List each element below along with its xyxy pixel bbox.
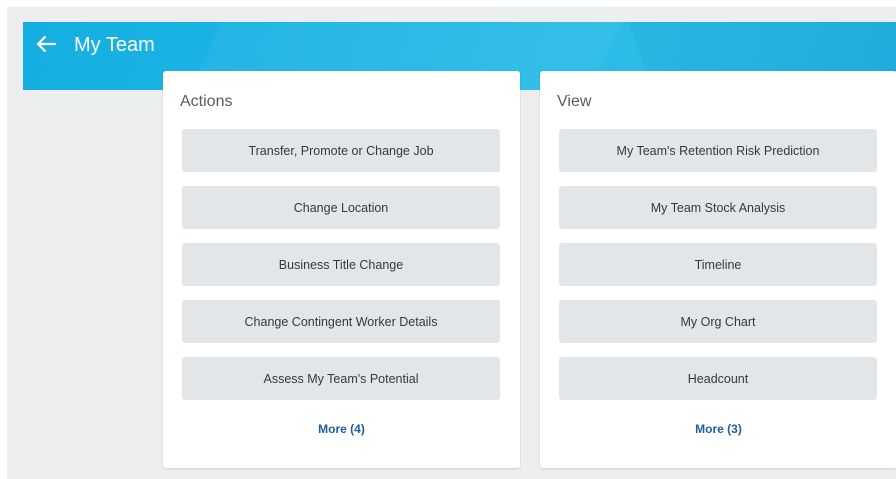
transfer-promote-change-job-button[interactable]: Transfer, Promote or Change Job: [182, 129, 500, 172]
actions-card-title: Actions: [180, 93, 233, 110]
page-title: My Team: [74, 34, 155, 56]
headcount-button[interactable]: Headcount: [559, 357, 877, 400]
retention-risk-prediction-button[interactable]: My Team's Retention Risk Prediction: [559, 129, 877, 172]
view-more-link[interactable]: More (3): [540, 422, 896, 436]
arrow-left-icon: [36, 35, 57, 53]
timeline-button[interactable]: Timeline: [559, 243, 877, 286]
change-contingent-worker-details-button[interactable]: Change Contingent Worker Details: [182, 300, 500, 343]
org-chart-button[interactable]: My Org Chart: [559, 300, 877, 343]
business-title-change-button[interactable]: Business Title Change: [182, 243, 500, 286]
actions-button-list: Transfer, Promote or Change Job Change L…: [182, 129, 500, 414]
actions-more-link[interactable]: More (4): [163, 422, 520, 436]
back-button[interactable]: [33, 31, 59, 57]
view-button-list: My Team's Retention Risk Prediction My T…: [559, 129, 877, 414]
actions-card: Actions Transfer, Promote or Change Job …: [163, 71, 520, 468]
view-card: View My Team's Retention Risk Prediction…: [540, 71, 896, 468]
change-location-button[interactable]: Change Location: [182, 186, 500, 229]
assess-team-potential-button[interactable]: Assess My Team's Potential: [182, 357, 500, 400]
team-stock-analysis-button[interactable]: My Team Stock Analysis: [559, 186, 877, 229]
view-card-title: View: [557, 93, 592, 110]
